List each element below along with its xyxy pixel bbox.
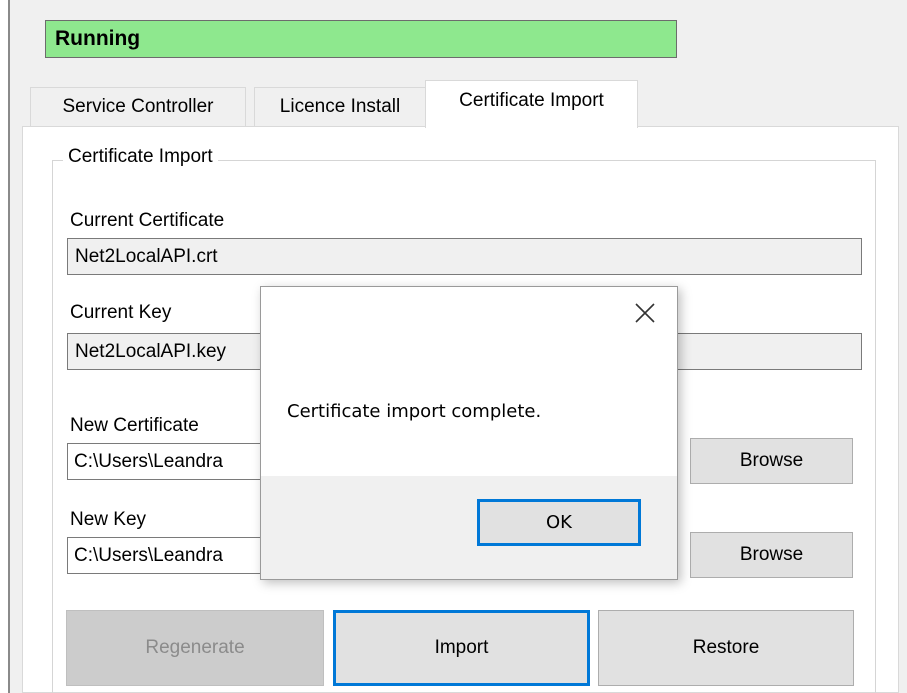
dialog-message: Certificate import complete. bbox=[287, 401, 542, 422]
restore-button[interactable]: Restore bbox=[598, 610, 854, 686]
new-certificate-label: New Certificate bbox=[70, 415, 199, 436]
current-key-label: Current Key bbox=[70, 302, 172, 323]
tab-service-controller[interactable]: Service Controller bbox=[30, 87, 246, 126]
ok-button[interactable]: OK bbox=[477, 499, 641, 546]
dialog-footer: OK bbox=[261, 476, 677, 579]
import-button[interactable]: Import bbox=[333, 610, 590, 686]
browse-certificate-button[interactable]: Browse bbox=[690, 438, 853, 484]
import-complete-dialog: Certificate import complete. OK bbox=[260, 286, 678, 580]
service-status-text: Running bbox=[55, 27, 141, 50]
close-icon[interactable] bbox=[632, 300, 658, 326]
regenerate-button: Regenerate bbox=[66, 610, 324, 686]
tab-certificate-import[interactable]: Certificate Import bbox=[425, 80, 638, 128]
browse-key-button[interactable]: Browse bbox=[690, 532, 853, 578]
tab-label: Licence Install bbox=[279, 96, 401, 117]
groupbox-title: Certificate Import bbox=[63, 146, 218, 168]
tab-label: Service Controller bbox=[62, 96, 214, 117]
current-certificate-label: Current Certificate bbox=[70, 210, 225, 231]
tab-licence-install[interactable]: Licence Install bbox=[254, 87, 426, 126]
current-certificate-field: Net2LocalAPI.crt bbox=[67, 238, 862, 275]
tab-label: Certificate Import bbox=[459, 90, 604, 111]
service-status-bar: Running bbox=[45, 20, 677, 58]
new-key-label: New Key bbox=[70, 509, 147, 530]
